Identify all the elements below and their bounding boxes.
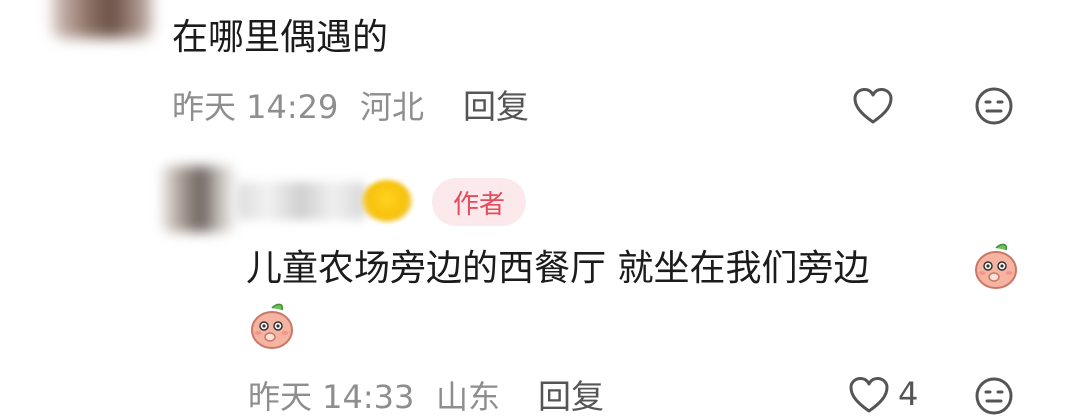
comment-location: 山东 bbox=[436, 378, 501, 416]
meh-face-icon[interactable] bbox=[974, 86, 1014, 126]
comment-text: 在哪里偶遇的 bbox=[172, 17, 389, 58]
reply-button[interactable]: 回复 bbox=[538, 380, 604, 413]
avatar[interactable] bbox=[162, 166, 234, 232]
heart-icon[interactable] bbox=[848, 375, 890, 415]
avatar[interactable] bbox=[52, 0, 152, 38]
comment-text: 儿童农场旁边的西餐厅 就坐在我们旁边 bbox=[246, 248, 870, 289]
author-badge: 作者 bbox=[432, 178, 526, 226]
reply-button[interactable]: 回复 bbox=[463, 90, 529, 123]
heart-icon[interactable] bbox=[852, 86, 894, 126]
meh-face-icon[interactable] bbox=[974, 376, 1014, 416]
comment-thread: 在哪里偶遇的 昨天 14:29 河北 回复 作者 儿童农场旁边的西餐厅 就坐在我… bbox=[0, 0, 1079, 418]
comment-time: 昨天 14:29 bbox=[172, 88, 339, 126]
like-count: 4 bbox=[898, 375, 919, 413]
peach-sticker-icon bbox=[248, 300, 296, 350]
emoji-icon bbox=[362, 180, 412, 222]
peach-sticker-icon bbox=[972, 240, 1020, 290]
comment-time: 昨天 14:33 bbox=[248, 378, 415, 416]
username[interactable] bbox=[236, 182, 366, 220]
author-badge-label: 作者 bbox=[452, 189, 505, 220]
comment-location: 河北 bbox=[360, 88, 425, 126]
